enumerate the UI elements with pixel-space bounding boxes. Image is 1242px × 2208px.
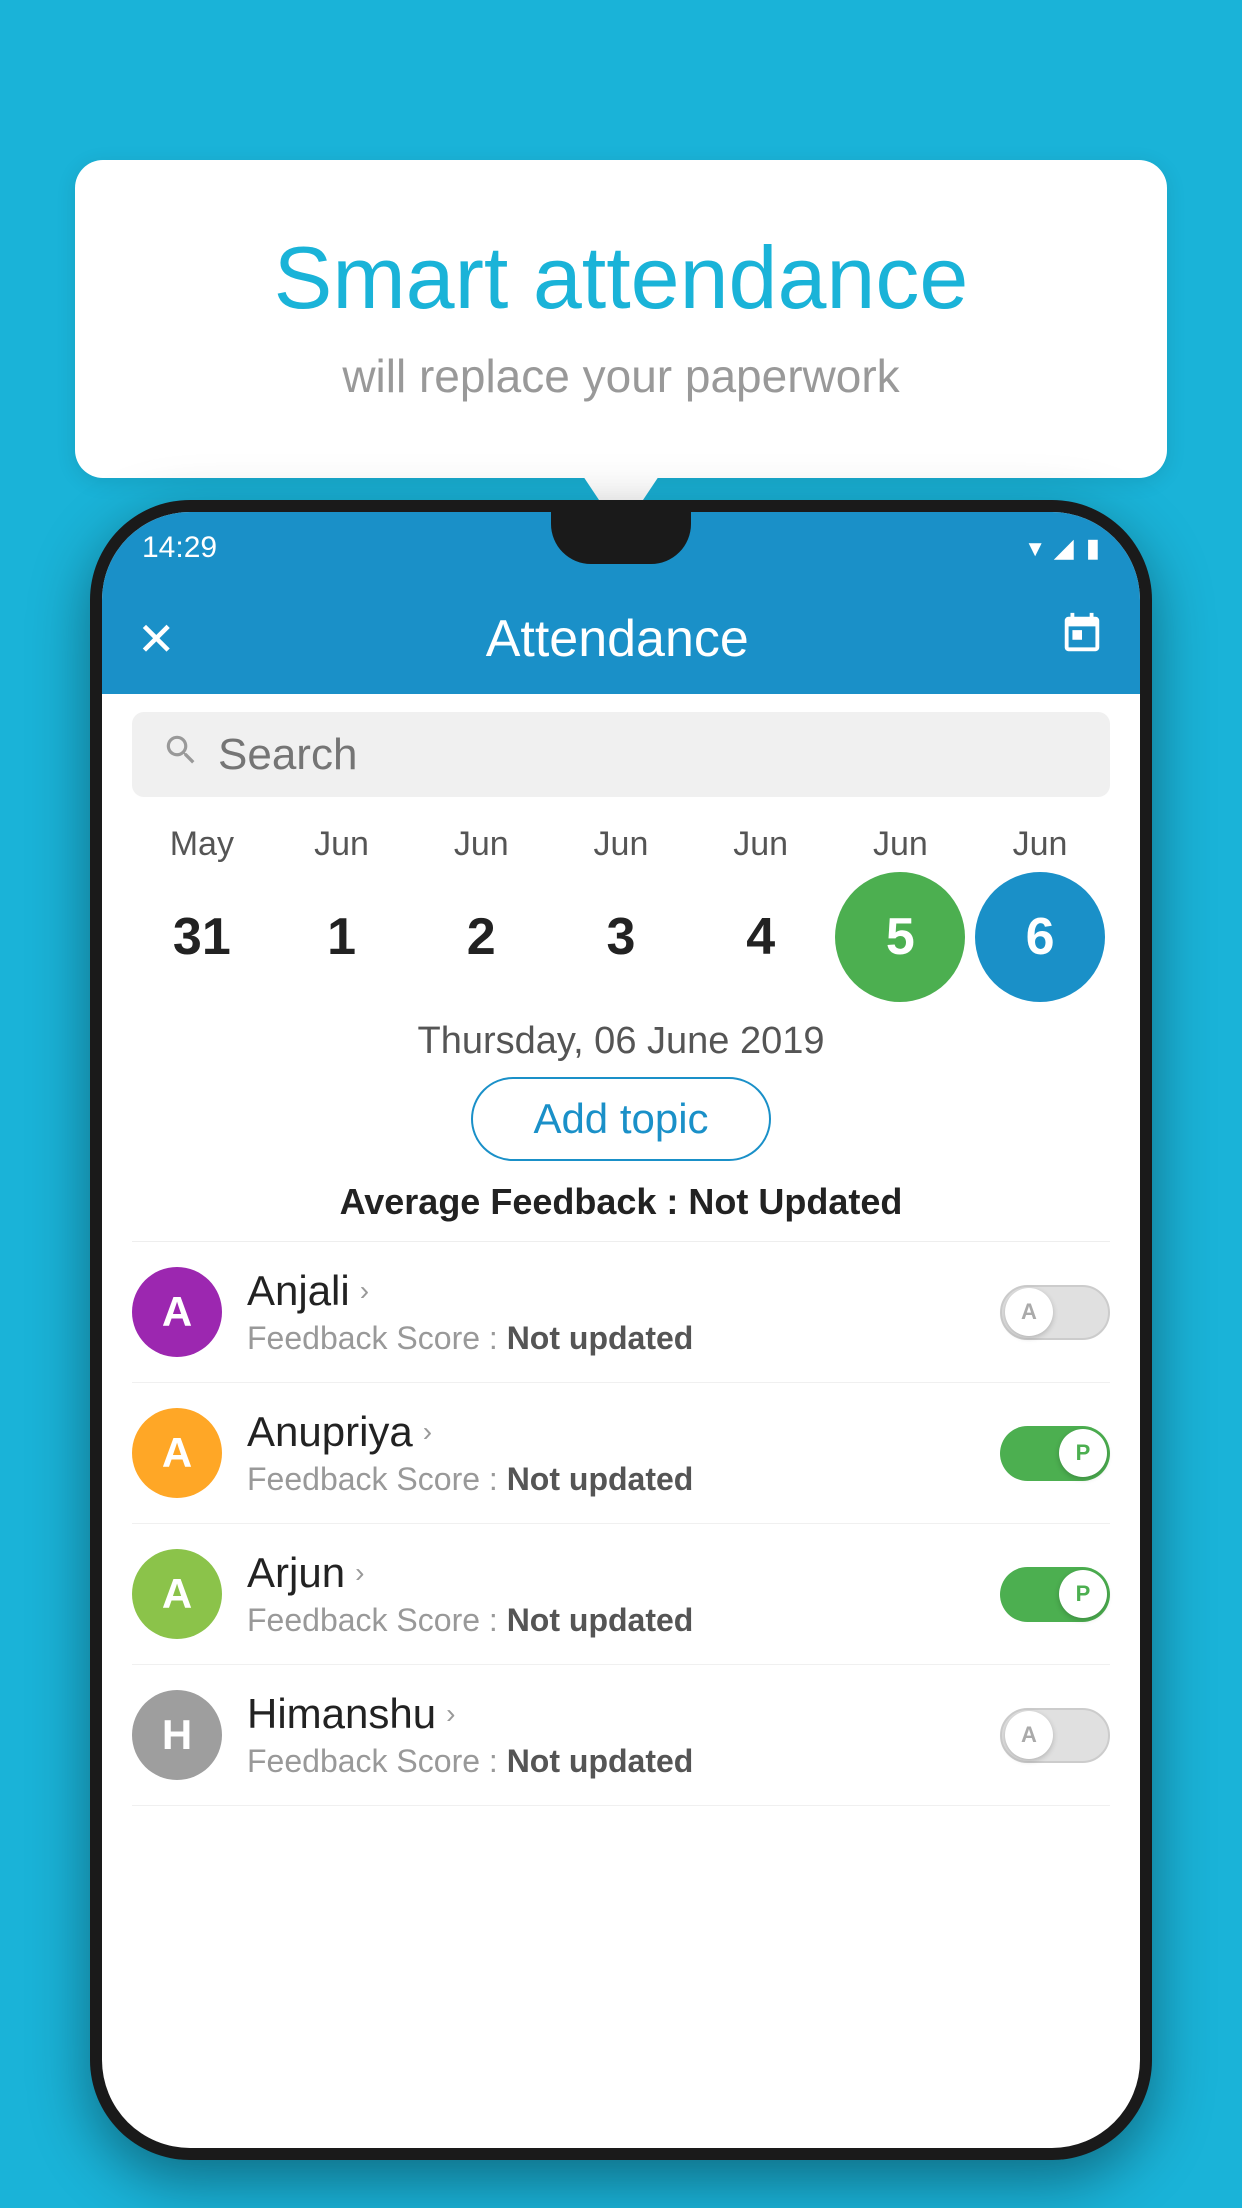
student-name: Anupriya › (247, 1408, 1000, 1456)
attendance-toggle[interactable]: P (1000, 1426, 1110, 1481)
phone-outer: 14:29 ▾ ◢ ▮ ✕ Attendance (90, 500, 1152, 2160)
search-icon (162, 731, 200, 779)
phone-notch (551, 512, 691, 564)
date-1[interactable]: 1 (277, 872, 407, 1002)
toggle-track[interactable]: P (1000, 1426, 1110, 1481)
list-item[interactable]: A Anupriya › Feedback Score : Not update… (132, 1383, 1110, 1524)
student-name: Himanshu › (247, 1690, 1000, 1738)
date-0[interactable]: 31 (137, 872, 267, 1002)
student-name: Anjali › (247, 1267, 1000, 1315)
toggle-track[interactable]: P (1000, 1567, 1110, 1622)
chevron-right-icon: › (360, 1275, 369, 1307)
month-3: Jun (556, 825, 686, 864)
toggle-track[interactable]: A (1000, 1708, 1110, 1763)
date-3[interactable]: 3 (556, 872, 686, 1002)
feedback-score: Feedback Score : Not updated (247, 1743, 1000, 1780)
chevron-right-icon: › (355, 1557, 364, 1589)
toggle-track[interactable]: A (1000, 1285, 1110, 1340)
toggle-knob: P (1059, 1429, 1107, 1477)
month-4: Jun (696, 825, 826, 864)
search-input[interactable] (218, 730, 1080, 780)
chevron-right-icon: › (446, 1698, 455, 1730)
month-2: Jun (416, 825, 546, 864)
avatar: H (132, 1690, 222, 1780)
wifi-icon: ▾ (1029, 533, 1042, 564)
app-bar: ✕ Attendance (102, 584, 1140, 694)
attendance-toggle[interactable]: A (1000, 1285, 1110, 1340)
bubble-title: Smart attendance (135, 230, 1107, 327)
list-item[interactable]: A Anjali › Feedback Score : Not updated … (132, 1242, 1110, 1383)
student-info: Anjali › Feedback Score : Not updated (247, 1267, 1000, 1357)
app-bar-title: Attendance (176, 609, 1059, 669)
month-0: May (137, 825, 267, 864)
date-2[interactable]: 2 (416, 872, 546, 1002)
battery-icon: ▮ (1086, 533, 1100, 564)
phone-screen: 14:29 ▾ ◢ ▮ ✕ Attendance (102, 512, 1140, 2148)
status-time: 14:29 (142, 531, 217, 565)
toggle-knob: A (1005, 1288, 1053, 1336)
month-5: Jun (835, 825, 965, 864)
calendar-icon[interactable] (1059, 611, 1105, 668)
avatar: A (132, 1408, 222, 1498)
student-name: Arjun › (247, 1549, 1000, 1597)
selected-date-label: Thursday, 06 June 2019 (102, 1020, 1140, 1063)
speech-bubble-container: Smart attendance will replace your paper… (75, 160, 1167, 478)
avg-feedback-value: Not Updated (688, 1181, 902, 1222)
feedback-score: Feedback Score : Not updated (247, 1602, 1000, 1639)
date-4[interactable]: 4 (696, 872, 826, 1002)
attendance-toggle[interactable]: A (1000, 1708, 1110, 1763)
student-info: Anupriya › Feedback Score : Not updated (247, 1408, 1000, 1498)
chevron-right-icon: › (423, 1416, 432, 1448)
attendance-toggle[interactable]: P (1000, 1567, 1110, 1622)
feedback-score: Feedback Score : Not updated (247, 1320, 1000, 1357)
calendar-months: May Jun Jun Jun Jun Jun Jun (122, 825, 1120, 864)
calendar-strip: May Jun Jun Jun Jun Jun Jun 31 1 2 3 4 5… (102, 815, 1140, 1002)
date-5[interactable]: 5 (835, 872, 965, 1002)
list-item[interactable]: H Himanshu › Feedback Score : Not update… (132, 1665, 1110, 1806)
speech-bubble: Smart attendance will replace your paper… (75, 160, 1167, 478)
close-icon[interactable]: ✕ (137, 612, 176, 666)
signal-icon: ◢ (1054, 533, 1074, 564)
student-list: A Anjali › Feedback Score : Not updated … (102, 1242, 1140, 1806)
month-1: Jun (277, 825, 407, 864)
avg-feedback: Average Feedback : Not Updated (102, 1181, 1140, 1223)
avatar: A (132, 1267, 222, 1357)
list-item[interactable]: A Arjun › Feedback Score : Not updated P (132, 1524, 1110, 1665)
add-topic-button[interactable]: Add topic (471, 1077, 770, 1161)
search-container[interactable] (132, 712, 1110, 797)
toggle-knob: P (1059, 1570, 1107, 1618)
student-info: Arjun › Feedback Score : Not updated (247, 1549, 1000, 1639)
feedback-score: Feedback Score : Not updated (247, 1461, 1000, 1498)
phone-container: 14:29 ▾ ◢ ▮ ✕ Attendance (90, 500, 1152, 2208)
toggle-knob: A (1005, 1711, 1053, 1759)
student-info: Himanshu › Feedback Score : Not updated (247, 1690, 1000, 1780)
month-6: Jun (975, 825, 1105, 864)
avg-feedback-label: Average Feedback : (340, 1181, 679, 1222)
calendar-dates: 31 1 2 3 4 5 6 (122, 872, 1120, 1002)
avatar: A (132, 1549, 222, 1639)
status-icons: ▾ ◢ ▮ (1029, 533, 1100, 564)
date-6[interactable]: 6 (975, 872, 1105, 1002)
bubble-subtitle: will replace your paperwork (135, 349, 1107, 403)
